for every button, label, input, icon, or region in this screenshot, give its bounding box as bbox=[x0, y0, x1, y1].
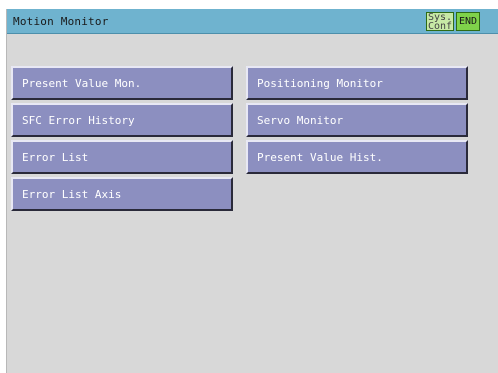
positioning-monitor-button[interactable]: Positioning Monitor bbox=[246, 66, 468, 100]
button-label: Error List Axis bbox=[22, 188, 122, 201]
error-list-button[interactable]: Error List bbox=[11, 140, 233, 174]
present-value-monitor-button[interactable]: Present Value Mon. bbox=[11, 66, 233, 100]
error-list-axis-button[interactable]: Error List Axis bbox=[11, 177, 233, 211]
button-label: Servo Monitor bbox=[257, 114, 344, 127]
window-title: Motion Monitor bbox=[13, 15, 109, 28]
servo-monitor-button[interactable]: Servo Monitor bbox=[246, 103, 468, 137]
button-label: Present Value Mon. bbox=[22, 77, 142, 90]
present-value-history-button[interactable]: Present Value Hist. bbox=[246, 140, 468, 174]
title-bar: Motion Monitor Sys. Conf END bbox=[7, 9, 498, 34]
button-label: Present Value Hist. bbox=[257, 151, 383, 164]
sys-conf-button[interactable]: Sys. Conf bbox=[426, 12, 454, 32]
end-button[interactable]: END bbox=[456, 12, 480, 31]
button-label: SFC Error History bbox=[22, 114, 135, 127]
sfc-error-history-button[interactable]: SFC Error History bbox=[11, 103, 233, 137]
motion-monitor-screen: Motion Monitor Sys. Conf END Present Val… bbox=[6, 9, 498, 373]
button-label: Positioning Monitor bbox=[257, 77, 383, 90]
button-label: Error List bbox=[22, 151, 89, 164]
